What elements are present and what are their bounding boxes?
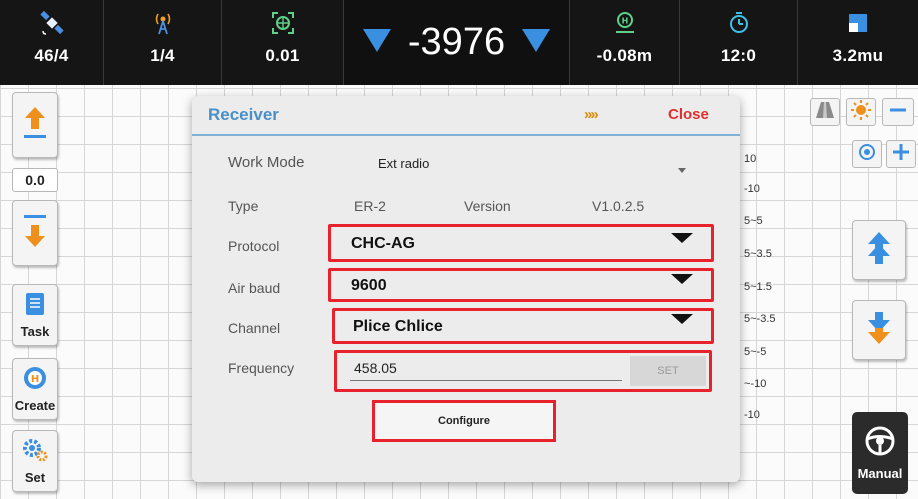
locate-button[interactable] [852, 140, 882, 168]
task-list-icon [23, 291, 47, 322]
offset-value: -0.08m [596, 46, 653, 65]
set-frequency-button[interactable]: SET [630, 356, 706, 386]
manual-label: Manual [857, 466, 903, 481]
zoom-in-button[interactable] [886, 140, 916, 168]
precision-value: 0.01 [265, 46, 300, 65]
offset-marker-icon: H [613, 6, 637, 40]
arrow-down-line-icon [20, 211, 50, 256]
dialog-title: Receiver [208, 105, 279, 124]
gps-target-icon [270, 6, 296, 40]
svg-text:H: H [31, 374, 39, 385]
version-value: V1.0.2.5 [592, 198, 645, 214]
frequency-label: Frequency [228, 360, 295, 376]
air-baud-select[interactable]: 9600 [328, 268, 714, 302]
create-button[interactable]: H Create [12, 358, 58, 420]
gear-icon [21, 437, 49, 468]
satellite-status[interactable]: 46/4 [0, 0, 104, 85]
work-mode-label: Work Mode [228, 154, 305, 171]
type-value: ER-2 [354, 198, 386, 214]
configure-button[interactable]: Configure [372, 400, 556, 442]
time-value: 12:0 [720, 46, 757, 65]
protocol-select[interactable]: CHC-AG [328, 224, 714, 262]
triangle-down-left-icon [362, 27, 392, 58]
triangle-down-right-icon [521, 27, 551, 58]
type-label: Type [228, 198, 259, 214]
status-bar: 46/4 1/4 0.01 -3976 H -0.08m 12:0 3.2mu [0, 0, 918, 85]
dropdown-triangle-icon [671, 274, 693, 284]
timer-icon [727, 6, 751, 40]
air-baud-value: 9600 [351, 277, 387, 294]
map-line-label: 5~-3.5 [744, 313, 776, 325]
protocol-value: CHC-AG [351, 235, 415, 252]
settings-button[interactable]: Set [12, 430, 58, 492]
frequency-input[interactable]: 458.05 [354, 360, 397, 376]
area-value: 3.2mu [832, 46, 884, 65]
create-line-icon: H [22, 365, 48, 396]
channel-value: Plice Chlice [353, 318, 443, 335]
radio-count: 1/4 [150, 46, 175, 65]
map-line-label: 5~3.5 [744, 248, 772, 260]
satellite-count: 46/4 [34, 46, 69, 65]
satellite-icon [38, 6, 66, 40]
close-button[interactable]: Close [668, 106, 709, 123]
locate-target-icon [857, 142, 877, 167]
deviation-value: -3976 [407, 21, 506, 63]
move-line-up-button[interactable] [12, 92, 58, 158]
day-mode-button[interactable] [846, 98, 876, 126]
sun-icon [850, 99, 872, 126]
double-arrow-up-icon [866, 230, 892, 271]
speed-down-button[interactable] [852, 300, 906, 360]
arrow-up-line-icon [20, 103, 50, 148]
map-line-label: 10 [744, 153, 757, 165]
radio-signal-icon [150, 6, 176, 40]
offset-value-box[interactable]: 0.0 [12, 168, 58, 192]
work-mode-select[interactable]: Ext radio [378, 156, 429, 171]
channel-label: Channel [228, 320, 281, 336]
dropdown-triangle-icon [671, 233, 693, 243]
dialog-header: Receiver »» Close [192, 96, 740, 136]
radio-status[interactable]: 1/4 [104, 0, 222, 85]
map-line-label: 5~5 [744, 215, 763, 227]
version-label: Version [464, 198, 511, 214]
task-label: Task [20, 324, 50, 339]
set-label: Set [24, 470, 46, 485]
create-label: Create [14, 398, 56, 413]
area-status[interactable]: 3.2mu [798, 0, 918, 85]
zoom-out-button[interactable] [882, 98, 914, 126]
more-arrows-icon[interactable]: »» [584, 106, 599, 123]
protocol-label: Protocol [228, 238, 280, 254]
channel-select[interactable]: Plice Chlice [332, 308, 714, 344]
svg-text:H: H [621, 17, 628, 26]
dropdown-triangle-icon [671, 314, 693, 324]
map-line-label: -10 [744, 409, 760, 421]
map-line-label: 5~1.5 [744, 281, 772, 293]
map-line-label: -10 [744, 183, 760, 195]
steering-wheel-icon [864, 425, 896, 462]
map-line-label: ~-10 [744, 378, 767, 390]
offset-status[interactable]: H -0.08m [570, 0, 680, 85]
double-arrow-down-icon [866, 310, 892, 351]
map-line-label: 5~-5 [744, 346, 767, 358]
plus-icon [892, 143, 910, 166]
manual-steering-button[interactable]: Manual [852, 412, 908, 494]
air-baud-label: Air baud [228, 280, 281, 296]
task-button[interactable]: Task [12, 284, 58, 346]
time-status[interactable]: 12:0 [680, 0, 798, 85]
precision-status[interactable]: 0.01 [222, 0, 344, 85]
move-line-down-button[interactable] [12, 200, 58, 266]
area-icon [847, 6, 869, 40]
deviation-display: -3976 [344, 0, 570, 85]
frequency-underline [350, 380, 622, 381]
speed-up-button[interactable] [852, 220, 906, 280]
chevron-down-icon[interactable] [678, 160, 686, 178]
receiver-dialog: Receiver »» Close Work Mode Ext radio Ty… [192, 96, 740, 482]
minus-icon [889, 101, 907, 124]
field-view-button[interactable] [810, 98, 840, 126]
road-view-icon [815, 101, 835, 124]
